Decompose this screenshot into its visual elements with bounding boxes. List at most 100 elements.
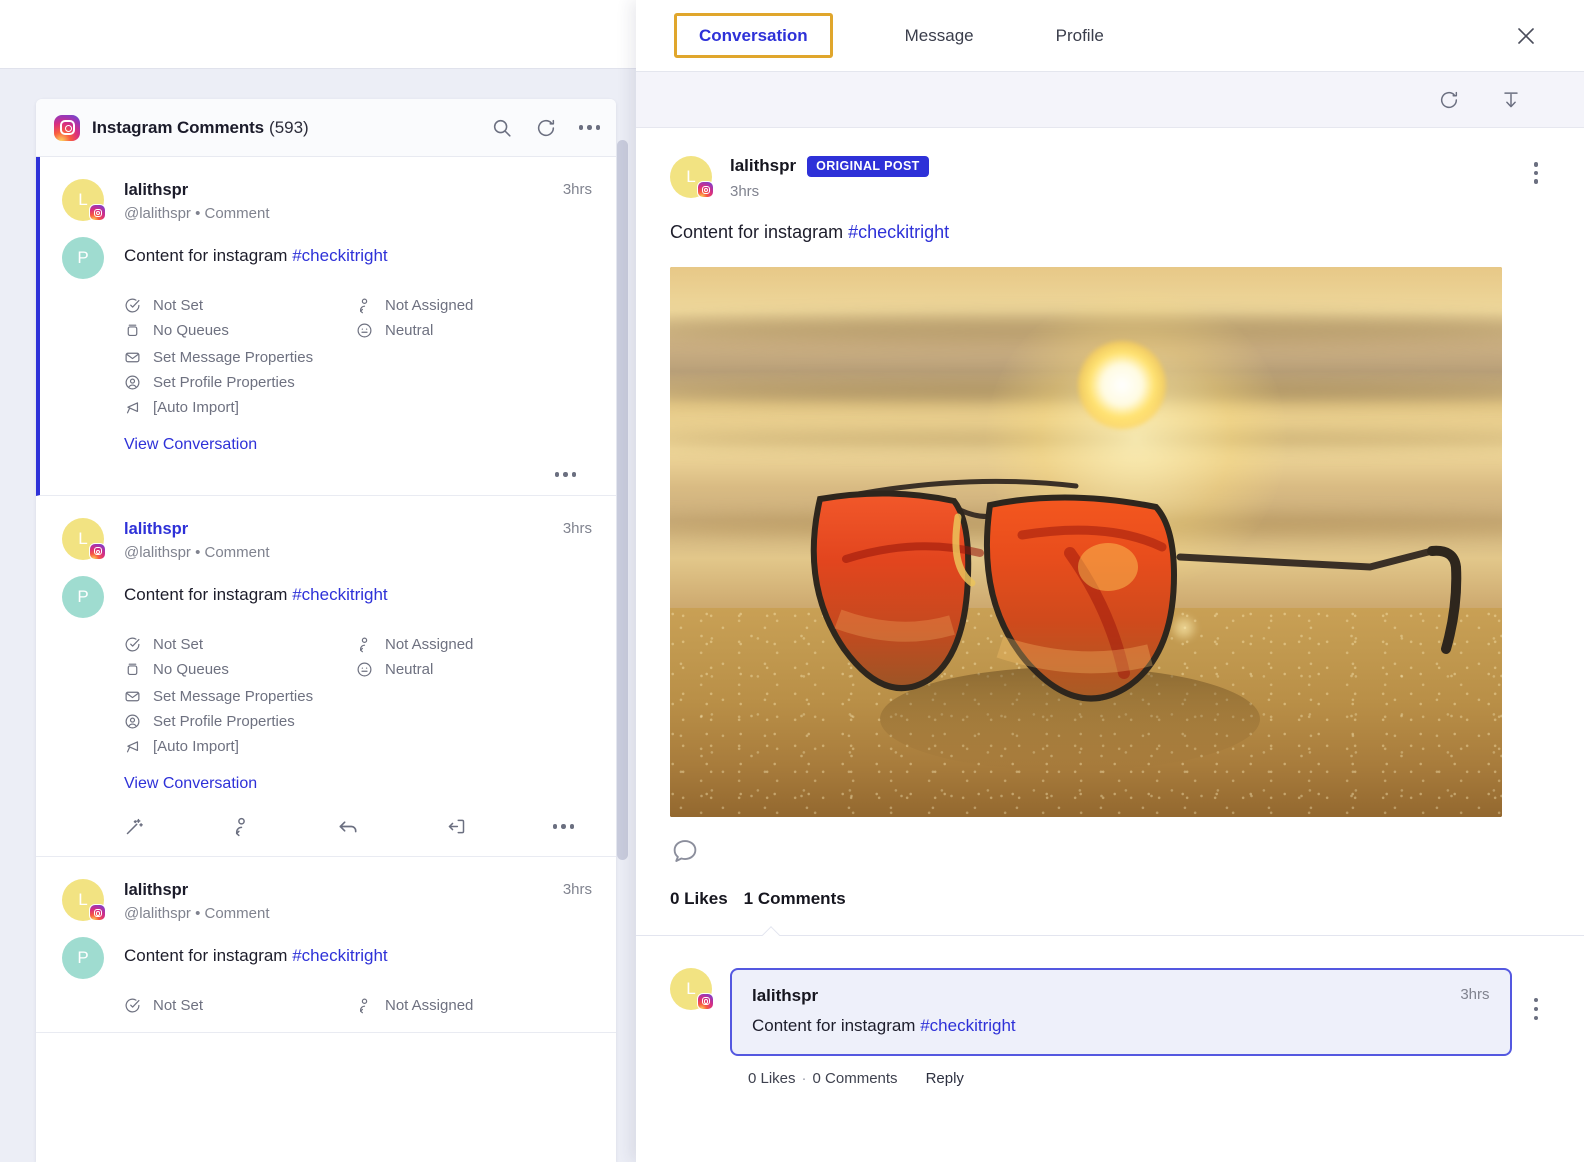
scroll-to-bottom-icon[interactable] xyxy=(1500,89,1522,111)
avatar: L xyxy=(62,517,106,560)
meta-assignee[interactable]: Not Assigned xyxy=(356,297,592,314)
reply-hashtag[interactable]: #checkitright xyxy=(920,1016,1015,1035)
meta-assignee-label: Not Assigned xyxy=(385,297,474,315)
list-item-identity: lalithspr @lalithspr • Comment xyxy=(124,179,553,225)
list-item[interactable]: L lalithspr @lalithspr • Comment 3hrs P … xyxy=(36,495,616,858)
avatar: L xyxy=(62,879,106,922)
list-item-identity: lalithspr @lalithspr • Comment xyxy=(124,879,553,925)
meta-assignee[interactable]: Not Assigned xyxy=(356,636,592,653)
meta-due-date[interactable]: Not Set xyxy=(124,997,356,1014)
post-text: Content for instagram xyxy=(670,221,849,242)
refresh-icon[interactable] xyxy=(1438,89,1460,111)
list-item-message: Content for instagram #checkitright xyxy=(124,937,388,968)
reply-text: Content for instagram #checkitright xyxy=(752,1016,1490,1036)
list-header-actions xyxy=(491,117,600,139)
tab-profile[interactable]: Profile xyxy=(1046,27,1114,44)
tab-conversation[interactable]: Conversation xyxy=(689,27,818,44)
list-item-handle: @lalithspr • Comment xyxy=(124,204,270,222)
more-vertical-icon[interactable] xyxy=(1533,156,1538,184)
meta-due-label: Not Set xyxy=(153,297,204,315)
reply-arrow-icon[interactable] xyxy=(337,815,360,838)
more-horizontal-icon[interactable] xyxy=(554,472,576,477)
original-post-username[interactable]: lalithspr xyxy=(730,156,796,176)
magic-wand-icon[interactable] xyxy=(124,816,145,837)
reply-username[interactable]: lalithspr xyxy=(752,986,818,1006)
avatar: L xyxy=(670,156,714,198)
list-item-header: L lalithspr @lalithspr • Comment 3hrs xyxy=(62,517,592,564)
list-scrollbar[interactable] xyxy=(617,140,628,860)
list-item-body: P Content for instagram #checkitright xyxy=(62,576,592,619)
message-text: Content for instagram xyxy=(124,246,293,266)
instagram-badge-icon xyxy=(89,542,106,560)
exit-icon[interactable] xyxy=(446,816,467,837)
post-hashtag[interactable]: #checkitright xyxy=(848,222,949,242)
list-item-header: L lalithspr @lalithspr • Comment 3hrs xyxy=(62,879,592,925)
meta-sentiment[interactable]: Neutral xyxy=(356,661,592,678)
meta-message-properties[interactable]: Set Message Properties xyxy=(124,688,592,705)
message-text: Content for instagram xyxy=(124,585,293,605)
more-horizontal-icon[interactable] xyxy=(578,125,600,130)
post-comments-count: 1 Comments xyxy=(743,888,846,908)
list-item-action-bar xyxy=(62,815,592,838)
meta-assignee[interactable]: Not Assigned xyxy=(356,997,592,1014)
view-conversation-link[interactable]: View Conversation xyxy=(124,775,592,793)
more-horizontal-icon[interactable] xyxy=(552,824,574,829)
message-hashtag[interactable]: #checkitright xyxy=(292,246,387,265)
more-vertical-icon[interactable] xyxy=(1533,968,1538,1020)
reply-card-header: lalithspr 3hrs xyxy=(752,986,1490,1006)
list-item-identity: lalithspr @lalithspr • Comment xyxy=(124,518,553,564)
view-conversation-link[interactable]: View Conversation xyxy=(124,436,592,454)
list-item-meta-stack: Set Message Properties Set Profile Prope… xyxy=(124,349,592,416)
instagram-comments-card: Instagram Comments (593) L lalithspr @la… xyxy=(36,99,616,1162)
profile-avatar-initial: P xyxy=(62,576,104,619)
list-item-time: 3hrs xyxy=(562,519,592,537)
meta-source[interactable]: [Auto Import] xyxy=(124,399,592,416)
meta-message-properties-label: Set Message Properties xyxy=(153,688,314,706)
tab-message[interactable]: Message xyxy=(895,27,984,44)
list-count: (593) xyxy=(269,117,309,137)
reply-button[interactable]: Reply xyxy=(926,1070,964,1087)
close-icon[interactable] xyxy=(1514,24,1538,48)
post-likes-count: 0 Likes xyxy=(670,888,728,908)
meta-due-date[interactable]: Not Set xyxy=(124,636,356,653)
instagram-badge-icon xyxy=(89,204,106,221)
meta-profile-properties-label: Set Profile Properties xyxy=(153,374,295,392)
tab-conversation-highlight: Conversation xyxy=(674,13,833,58)
search-icon[interactable] xyxy=(491,117,513,139)
reply-likes-count: 0 Likes xyxy=(748,1069,796,1087)
meta-queue[interactable]: No Queues xyxy=(124,322,356,339)
reply-card[interactable]: lalithspr 3hrs Content for instagram #ch… xyxy=(730,967,1512,1056)
meta-profile-properties[interactable]: Set Profile Properties xyxy=(124,713,592,730)
sunglasses-graphic xyxy=(810,478,1462,771)
list-item-meta-stack: Set Message Properties Set Profile Prope… xyxy=(124,688,592,755)
message-hashtag[interactable]: #checkitright xyxy=(292,585,387,604)
list-item[interactable]: L lalithspr @lalithspr • Comment 3hrs P … xyxy=(36,157,616,496)
list-item-username[interactable]: lalithspr xyxy=(124,879,553,902)
list-item-meta-grid: Not Set Not Assigned xyxy=(124,997,592,1014)
thread-divider xyxy=(636,934,1584,936)
meta-assignee-label: Not Assigned xyxy=(385,636,474,654)
assign-user-icon[interactable] xyxy=(231,816,252,837)
list-item-username[interactable]: lalithspr xyxy=(124,518,553,541)
list-item-username[interactable]: lalithspr xyxy=(124,179,553,202)
meta-source[interactable]: [Auto Import] xyxy=(124,738,592,755)
meta-due-label: Not Set xyxy=(153,636,204,654)
list-item-header: L lalithspr @lalithspr • Comment 3hrs xyxy=(62,179,592,225)
meta-due-date[interactable]: Not Set xyxy=(124,297,356,314)
meta-profile-properties[interactable]: Set Profile Properties xyxy=(124,374,592,391)
detail-tabs: Conversation Message Profile xyxy=(636,0,1584,72)
meta-queue[interactable]: No Queues xyxy=(124,661,356,678)
meta-sentiment[interactable]: Neutral xyxy=(356,322,592,339)
comment-bubble-icon[interactable] xyxy=(670,837,700,867)
message-hashtag[interactable]: #checkitright xyxy=(292,946,387,965)
meta-message-properties[interactable]: Set Message Properties xyxy=(124,349,592,366)
instagram-badge-icon xyxy=(697,181,714,198)
list-item-time: 3hrs xyxy=(562,881,592,899)
list-item[interactable]: L lalithspr @lalithspr • Comment 3hrs P … xyxy=(36,857,616,1034)
meta-source-label: [Auto Import] xyxy=(153,738,239,756)
meta-due-label: Not Set xyxy=(153,997,204,1015)
post-image[interactable] xyxy=(670,266,1502,817)
meta-queue-label: No Queues xyxy=(153,661,229,679)
profile-avatar-initial: P xyxy=(62,237,104,280)
refresh-icon[interactable] xyxy=(535,117,557,139)
